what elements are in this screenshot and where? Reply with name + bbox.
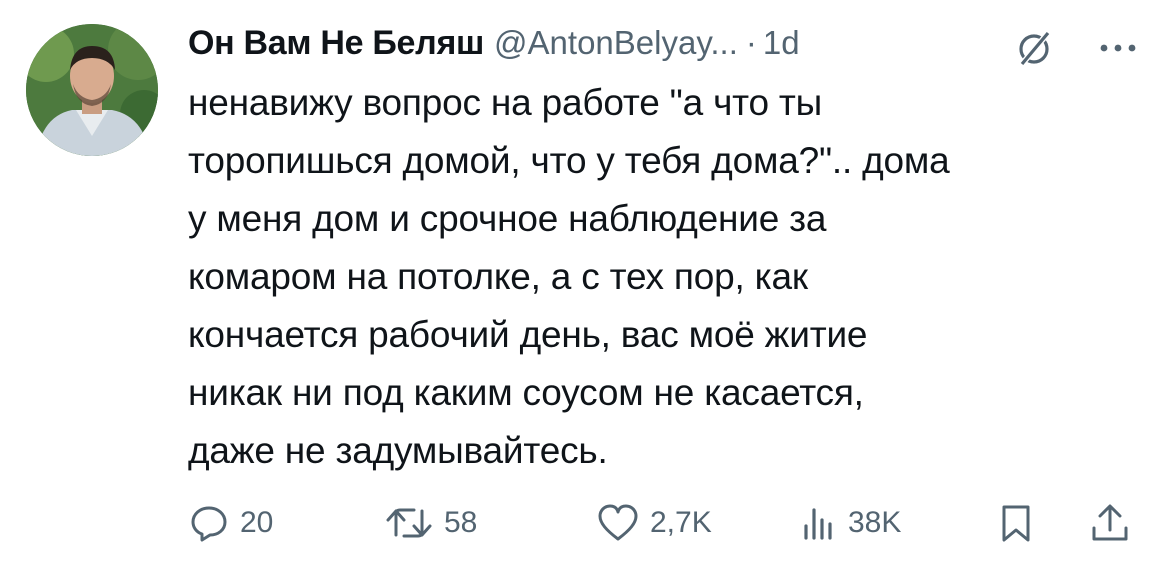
tweet-text-line: ненавижу вопрос на работе "а что ты — [188, 82, 823, 123]
avatar[interactable] — [26, 24, 158, 156]
tweet-text-line: торопишься домой, что у тебя дома?".. до… — [188, 140, 950, 181]
share-icon — [1092, 504, 1128, 541]
tweet-text-line: никак ни под каким соусом не касается, — [188, 372, 864, 413]
views-button[interactable]: 38K — [800, 498, 901, 548]
tweet-actions: 20 58 2,7K 38K — [188, 498, 1148, 548]
tweet-text-line: даже не задумывайтесь. — [188, 430, 608, 471]
header-separator: · — [745, 24, 757, 61]
tweet-text-line: кончается рабочий день, вас моё житие — [188, 314, 868, 355]
views-count: 38K — [848, 506, 902, 539]
tweet-text-line: комаром на потолке, а с тех пор, как — [188, 256, 808, 297]
views-icon — [804, 508, 832, 540]
retweet-icon — [386, 508, 432, 538]
avatar-photo — [26, 24, 158, 156]
tweet-text-line: у меня дом и срочное наблюдение за — [188, 198, 827, 239]
reply-count: 20 — [240, 506, 274, 539]
reply-icon — [191, 506, 227, 542]
grok-icon[interactable] — [1014, 28, 1054, 68]
author-handle[interactable]: @AntonBelyay... — [494, 24, 738, 62]
like-button[interactable]: 2,7K — [596, 498, 712, 548]
tweet-text: ненавижу вопрос на работе "а что ты торо… — [188, 74, 1148, 480]
bookmark-icon — [1002, 505, 1030, 542]
share-button[interactable] — [1088, 498, 1132, 548]
tweet-content: Он Вам Не Беляш @AntonBelyay... · 1d нен… — [188, 18, 1148, 480]
retweet-count: 58 — [444, 506, 478, 539]
like-count: 2,7K — [650, 506, 712, 539]
author-display-name[interactable]: Он Вам Не Беляш — [188, 24, 484, 63]
more-icon[interactable] — [1096, 28, 1140, 68]
tweet-timestamp[interactable]: 1d — [763, 24, 800, 62]
heart-icon — [598, 504, 638, 541]
retweet-button[interactable]: 58 — [384, 498, 477, 548]
reply-button[interactable]: 20 — [188, 498, 273, 548]
bookmark-button[interactable] — [996, 498, 1036, 548]
tweet-header: Он Вам Не Беляш @AntonBelyay... · 1d — [188, 18, 1148, 68]
tweet[interactable]: Он Вам Не Беляш @AntonBelyay... · 1d нен… — [0, 0, 1170, 567]
